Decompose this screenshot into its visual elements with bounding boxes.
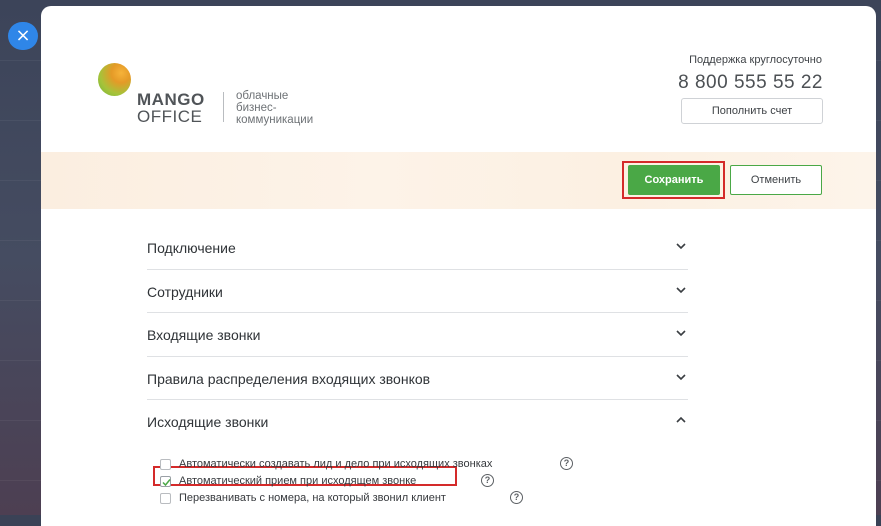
section-label: Подключение xyxy=(147,240,236,256)
close-panel-button[interactable]: × xyxy=(8,22,38,50)
checkbox-checked[interactable] xyxy=(160,476,171,487)
chevron-down-icon xyxy=(676,243,686,250)
section-label: Исходящие звонки xyxy=(147,414,269,430)
support-label: Поддержка круглосуточно xyxy=(689,54,822,66)
brand-logo: MANGO OFFICE xyxy=(137,91,205,125)
chevron-down-icon xyxy=(676,330,686,337)
section-distribution-rules[interactable]: Правила распределения входящих звонков xyxy=(147,357,688,400)
tagline-line: коммуникации xyxy=(236,114,314,126)
help-icon[interactable]: ? xyxy=(481,474,494,487)
tagline-line: облачные xyxy=(236,90,289,102)
settings-accordion: Подключение Сотрудники Входящие звонки П… xyxy=(147,226,688,443)
cancel-button[interactable]: Отменить xyxy=(730,165,822,195)
mango-logo-icon xyxy=(98,63,131,96)
section-incoming-calls[interactable]: Входящие звонки xyxy=(147,313,688,357)
option-label: Перезванивать с номера, на который звони… xyxy=(179,492,446,504)
option-label: Автоматический прием при исходящем звонк… xyxy=(179,475,417,487)
checkbox[interactable] xyxy=(160,493,171,504)
section-label: Правила распределения входящих звонков xyxy=(147,370,431,387)
logo-divider xyxy=(223,92,224,122)
top-up-button[interactable]: Пополнить счет xyxy=(681,98,823,124)
support-phone: 8 800 555 55 22 xyxy=(678,72,823,93)
checkbox[interactable] xyxy=(160,459,171,470)
section-connection[interactable]: Подключение xyxy=(147,226,688,270)
chevron-down-icon xyxy=(676,286,686,293)
save-button[interactable]: Сохранить xyxy=(628,165,720,195)
check-icon xyxy=(162,479,171,487)
help-icon[interactable]: ? xyxy=(510,491,523,504)
brand-tagline: облачные бизнес- коммуникации xyxy=(236,90,313,126)
chevron-down-icon xyxy=(676,373,686,380)
section-label: Входящие звонки xyxy=(147,327,261,343)
section-label: Сотрудники xyxy=(147,283,223,300)
chevron-up-icon xyxy=(676,416,686,423)
section-employees[interactable]: Сотрудники xyxy=(147,270,688,313)
logo-line-2: OFFICE xyxy=(137,107,203,126)
tagline-line: бизнес- xyxy=(236,102,277,114)
option-label: Автоматически создавать лид и дело при и… xyxy=(179,458,493,470)
help-icon[interactable]: ? xyxy=(560,457,573,470)
section-outgoing-calls[interactable]: Исходящие звонки xyxy=(147,400,688,443)
close-icon: × xyxy=(15,25,31,46)
logo-line-1: MANGO xyxy=(137,90,205,109)
